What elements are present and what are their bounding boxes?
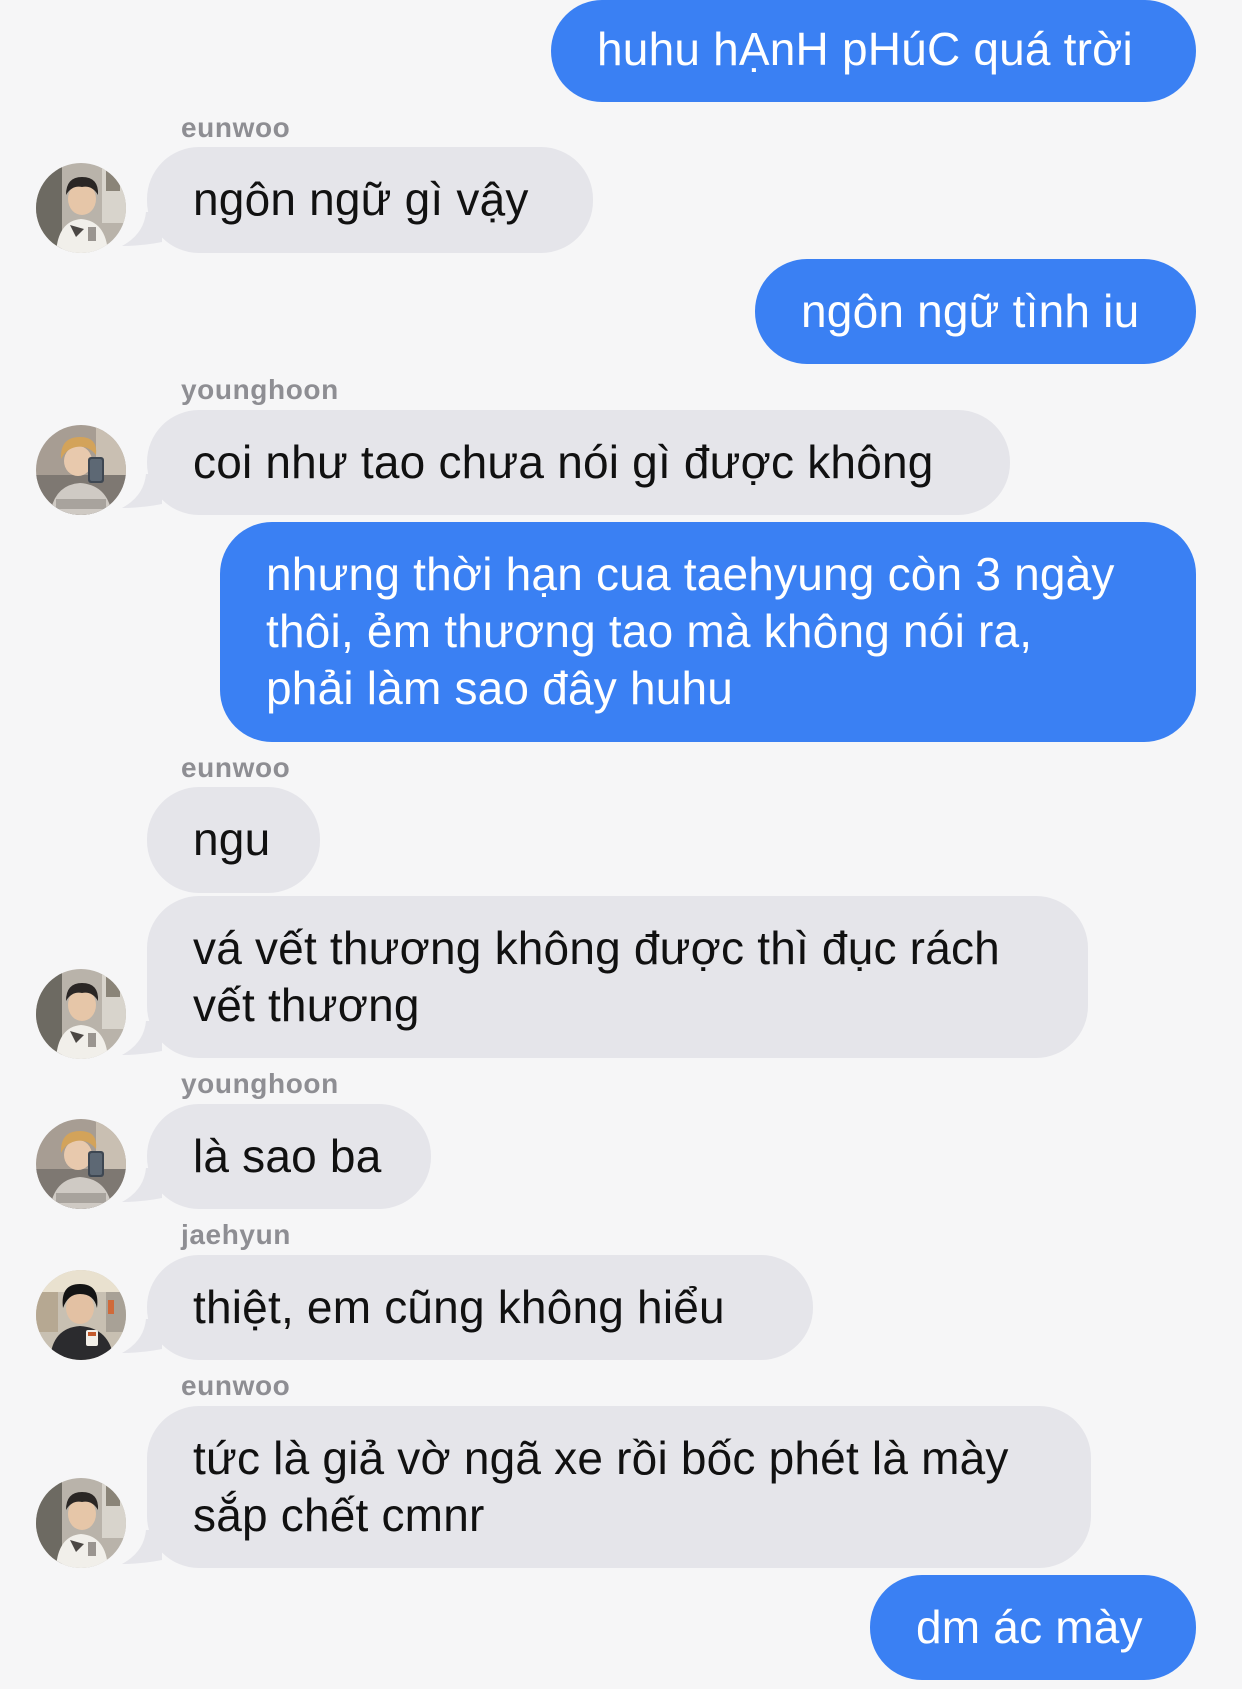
profile-photo-icon [36,163,126,253]
message-text-line: vết thương [193,979,420,1031]
message-text-line: vá vết thương không được thì đục rách [193,922,1000,974]
sender-name: eunwoo [181,112,291,143]
message-bubble-outgoing[interactable]: huhu hẠnH pHúC quá trời [551,0,1196,102]
message-bubble-incoming[interactable]: thiệt, em cũng không hiểu [147,1255,813,1360]
message-text: coi như tao chưa nói gì được không [193,436,934,488]
chat-thread[interactable]: huhu hẠnH pHúC quá trời eunwoo ngôn ngữ … [0,0,1242,1689]
profile-photo-icon [36,969,126,1059]
sender-name: younghoon [181,374,339,405]
message-bubble-outgoing[interactable]: dm ác mày [870,1575,1196,1680]
message-text-line: tức là giả vờ ngã xe rồi bốc phét là mày [193,1432,1009,1484]
message-text: huhu hẠnH pHúC quá trời [597,23,1133,75]
profile-photo-icon [36,1119,126,1209]
message-text-line: sắp chết cmnr [193,1489,485,1541]
sender-name: eunwoo [181,1370,291,1401]
message-text: ngu [193,813,271,865]
message-bubble-incoming[interactable]: ngu [147,787,320,893]
sender-name: younghoon [181,1068,339,1099]
profile-photo-icon [36,1478,126,1568]
avatar-jaehyun[interactable] [36,1270,126,1360]
message-bubble-outgoing[interactable]: ngôn ngữ tình iu [755,259,1196,364]
message-text-line: phải làm sao đây huhu [266,662,734,714]
message-text: dm ác mày [916,1601,1143,1653]
message-bubble-incoming[interactable]: ngôn ngữ gì vậy [147,147,593,253]
message-bubble-incoming[interactable]: coi như tao chưa nói gì được không [147,410,1010,515]
sender-name: jaehyun [181,1219,292,1250]
message-text-line: thôi, ẻm thương tao mà không nói ra, [266,605,1033,657]
message-bubble-incoming[interactable]: tức là giả vờ ngã xe rồi bốc phét là mày… [147,1406,1091,1568]
message-bubble-outgoing[interactable]: nhưng thời hạn cua taehyung còn 3 ngày t… [220,522,1196,742]
avatar-eunwoo[interactable] [36,163,126,253]
avatar-younghoon[interactable] [36,1119,126,1209]
message-bubble-incoming[interactable]: vá vết thương không được thì đục rách vế… [147,896,1088,1058]
profile-photo-icon [36,1270,126,1360]
message-text: là sao ba [193,1130,382,1182]
message-bubble-incoming[interactable]: là sao ba [147,1104,431,1209]
sender-name: eunwoo [181,752,291,783]
message-text-line: nhưng thời hạn cua taehyung còn 3 ngày [266,548,1115,600]
message-text: ngôn ngữ tình iu [801,285,1140,337]
avatar-eunwoo[interactable] [36,1478,126,1568]
avatar-younghoon[interactable] [36,425,126,515]
message-text: thiệt, em cũng không hiểu [193,1281,725,1333]
message-text: ngôn ngữ gì vậy [193,173,529,225]
profile-photo-icon [36,425,126,515]
avatar-eunwoo[interactable] [36,969,126,1059]
